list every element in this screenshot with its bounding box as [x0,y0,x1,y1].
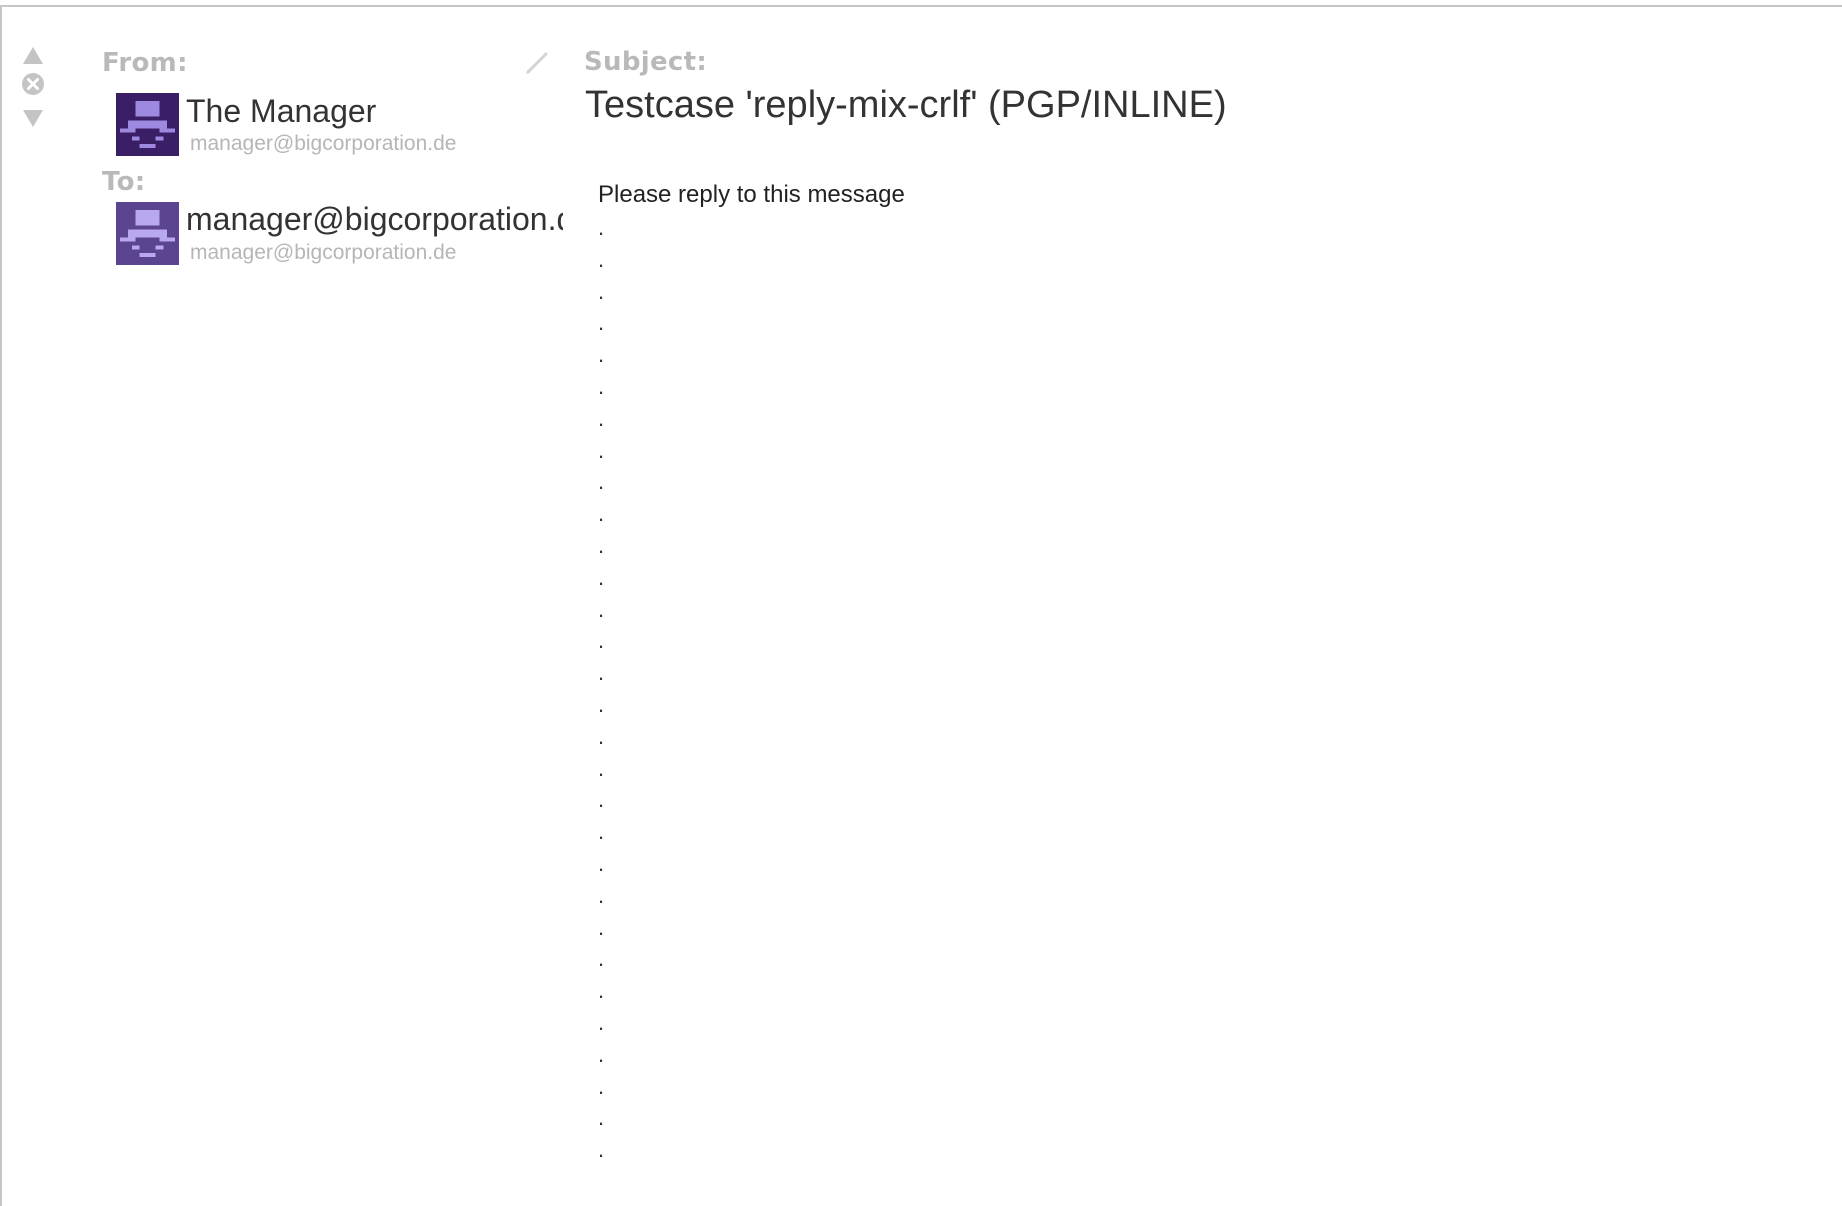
body-line: . [598,755,605,781]
body-line: . [598,1137,605,1163]
body-line: . [598,437,605,463]
body-line: . [598,882,605,908]
body-dot-lines: .............................. [598,212,1798,1166]
body-line: . [598,405,605,431]
from-label: From: [102,48,188,78]
body-line: . [598,1041,605,1067]
body-line: . [598,278,605,304]
subject-text: Testcase 'reply-mix-crlf' (PGP/INLINE) [585,84,1227,126]
body-line: . [598,532,605,558]
to-name[interactable]: manager@bigcorporation.de [186,201,563,238]
close-message-icon[interactable] [21,72,45,96]
body-line: . [598,1073,605,1099]
to-email: manager@bigcorporation.de [190,241,457,264]
body-line: . [598,1009,605,1035]
previous-message-icon[interactable] [21,44,45,68]
body-line: . [598,1105,605,1131]
body-line: . [598,914,605,940]
body-line: . [598,850,605,876]
body-line: . [598,342,605,368]
body-line: . [598,723,605,749]
body-line: . [598,978,605,1004]
message-body: Please reply to this message ...........… [598,178,1798,1166]
next-message-icon[interactable] [21,106,45,130]
body-line: . [598,787,605,813]
body-line: . [598,373,605,399]
body-line: . [598,691,605,717]
body-line: . [598,819,605,845]
body-line: . [598,310,605,336]
from-email: manager@bigcorporation.de [190,132,457,155]
body-line: . [598,215,605,240]
body-line: . [598,469,605,495]
body-first-line: Please reply to this message [598,181,905,208]
body-line: . [598,660,605,686]
body-line: . [598,246,605,272]
from-avatar-icon [116,93,179,156]
to-label: To: [102,167,146,197]
to-avatar-icon [116,202,179,265]
body-line: . [598,596,605,622]
body-line: . [598,501,605,527]
to-name-container: manager@bigcorporation.de [185,200,563,244]
edit-pencil-icon[interactable] [524,50,550,76]
body-line: . [598,564,605,590]
from-name[interactable]: The Manager [186,93,376,130]
body-line: . [598,946,605,972]
body-line: . [598,628,605,654]
subject-label: Subject: [584,47,708,77]
